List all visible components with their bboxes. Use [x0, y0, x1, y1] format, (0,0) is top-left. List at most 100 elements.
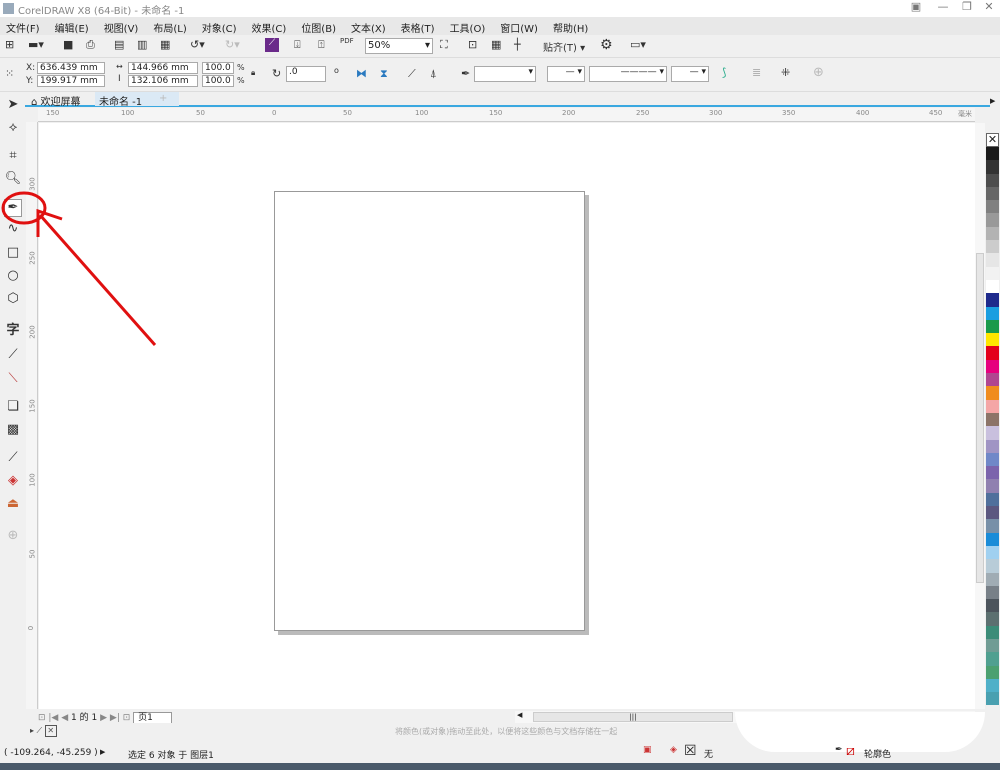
document-palette-arrows[interactable]: ▸ ⟋ [30, 726, 45, 735]
full-screen-icon[interactable]: ⛶ [440, 38, 448, 52]
height-field[interactable]: 132.106 mm [128, 75, 198, 87]
color-swatch[interactable] [986, 147, 999, 161]
menu-window[interactable]: 窗口(W) [494, 17, 547, 35]
color-swatch[interactable] [986, 253, 999, 267]
menu-tools[interactable]: 工具(O) [444, 17, 495, 35]
drop-shadow-icon[interactable]: ❏ [4, 399, 22, 417]
menu-help[interactable]: 帮助(H) [547, 17, 597, 35]
show-rulers-icon[interactable]: ⊡ [468, 38, 477, 51]
undo-icon[interactable]: ↺▾ [190, 38, 205, 51]
color-swatch[interactable] [986, 412, 999, 427]
color-swatch[interactable] [986, 373, 999, 387]
color-swatch[interactable] [986, 226, 999, 241]
open-icon[interactable]: ▬▾ [28, 38, 44, 51]
no-fill-swatch-icon[interactable]: ☒ [684, 743, 697, 759]
eyedropper-icon[interactable]: ⟋ [4, 450, 22, 468]
expand-dockers-icon[interactable]: ▶ [990, 97, 995, 105]
color-swatch[interactable] [986, 293, 999, 307]
quick-trace-icon[interactable]: ⍋ [430, 67, 437, 81]
import-icon[interactable]: ⍗ [294, 38, 301, 52]
publish-pdf-icon[interactable]: PDF [340, 37, 354, 45]
page-tab-1[interactable]: 页1 [133, 712, 172, 723]
page-nav-buttons-next[interactable]: ▶ ▶| ⊡ [100, 713, 133, 723]
horizontal-scroll-thumb[interactable]: ||| [533, 712, 733, 722]
color-swatch[interactable] [986, 426, 999, 440]
line-style-select[interactable]: ———— ▾ [589, 66, 667, 82]
vertical-scrollbar[interactable] [975, 123, 985, 709]
search-content-icon[interactable]: ⟋ [265, 38, 279, 52]
auto-close-icon[interactable]: ⁜ [781, 66, 790, 79]
zoom-level-select[interactable]: 50% ▾ [365, 38, 433, 54]
menu-table[interactable]: 表格(T) [395, 17, 444, 35]
outline-width-select[interactable]: ▾ [474, 66, 536, 82]
page-nav-buttons[interactable]: ⊡ |◀ ◀ [38, 713, 71, 723]
color-swatch[interactable] [986, 638, 999, 653]
color-swatch[interactable] [986, 692, 999, 706]
application-launcher-icon[interactable]: ▭▾ [630, 38, 646, 51]
color-swatch[interactable] [986, 266, 999, 280]
cut-icon[interactable]: ▤ [114, 38, 124, 51]
minimize-button[interactable]: — [932, 0, 954, 17]
color-swatch[interactable] [986, 173, 999, 187]
menu-object[interactable]: 对象(C) [196, 17, 246, 35]
color-swatch[interactable] [986, 346, 999, 360]
color-swatch[interactable] [986, 559, 999, 573]
wrap-text-icon[interactable]: ≣ [752, 66, 761, 79]
menu-layout[interactable]: 布局(L) [147, 17, 195, 35]
export-icon[interactable]: ⍐ [318, 38, 325, 52]
color-swatch[interactable] [986, 399, 999, 413]
show-guidelines-icon[interactable]: ┼ [514, 38, 521, 51]
y-position-field[interactable]: 199.917 mm [37, 75, 105, 87]
no-color-swatch[interactable]: ✕ [44, 725, 57, 737]
transparency-icon[interactable]: ▩ [4, 422, 22, 440]
lock-ratio-icon[interactable]: 🔒︎ [251, 68, 255, 78]
shape-tool-icon[interactable]: ⟡ [4, 120, 22, 138]
color-swatch[interactable] [986, 306, 999, 320]
account-icon[interactable]: ▣ [905, 0, 927, 17]
restore-button[interactable]: ❐ [956, 0, 978, 17]
color-swatch[interactable] [986, 545, 999, 560]
pick-tool-icon[interactable]: ➤ [4, 97, 22, 115]
color-swatch[interactable] [986, 532, 999, 546]
zoom-tool-icon[interactable]: 🔍︎ [4, 171, 22, 189]
color-swatch[interactable] [986, 160, 999, 174]
edit-nodes-icon[interactable]: ⟋ [408, 67, 416, 81]
color-swatch[interactable] [986, 186, 999, 201]
color-swatch[interactable] [986, 678, 999, 693]
expand-status-icon[interactable]: ▶ [100, 748, 105, 756]
show-grid-icon[interactable]: ▦ [491, 38, 501, 51]
color-swatch[interactable] [986, 439, 999, 453]
add-icon[interactable]: ⊕ [813, 65, 824, 80]
menu-edit[interactable]: 编辑(E) [49, 17, 98, 35]
width-field[interactable]: 144.966 mm [128, 62, 198, 74]
color-swatch[interactable] [986, 519, 999, 533]
color-swatch[interactable] [986, 599, 999, 613]
menu-effects[interactable]: 效果(C) [246, 17, 296, 35]
mirror-horizontal-icon[interactable]: ⧓ [356, 67, 367, 80]
menu-text[interactable]: 文本(X) [345, 17, 395, 35]
color-swatch[interactable] [986, 319, 999, 334]
copy-icon[interactable]: ▥ [137, 38, 147, 51]
add-tool-icon[interactable]: ⊕ [4, 528, 22, 546]
snap-to-button[interactable]: 贴齐(T) ▾ [543, 39, 585, 54]
color-swatch[interactable] [986, 279, 999, 294]
menu-file[interactable]: 文件(F) [0, 17, 49, 35]
rotation-angle-field[interactable]: .0 [286, 66, 326, 82]
color-swatch[interactable] [986, 652, 999, 666]
document-page[interactable] [274, 191, 585, 631]
add-tab-icon[interactable]: + [155, 92, 171, 106]
color-swatch[interactable] [986, 466, 999, 480]
color-swatch[interactable] [986, 612, 999, 626]
scale-height-field[interactable]: 100.0 [202, 75, 234, 87]
color-swatch[interactable] [986, 240, 999, 254]
color-swatch[interactable] [986, 333, 999, 347]
smart-fill-icon[interactable]: ⏏ [4, 496, 22, 514]
color-swatch[interactable] [986, 386, 999, 400]
color-swatch[interactable] [986, 479, 999, 493]
save-icon[interactable]: ■ [63, 38, 73, 51]
color-swatch[interactable] [986, 213, 999, 227]
object-origin-icon[interactable]: ⁙ [5, 67, 14, 80]
color-swatch[interactable] [986, 200, 999, 214]
new-document-icon[interactable]: ⊞ [5, 38, 14, 51]
color-swatch[interactable] [986, 492, 999, 507]
